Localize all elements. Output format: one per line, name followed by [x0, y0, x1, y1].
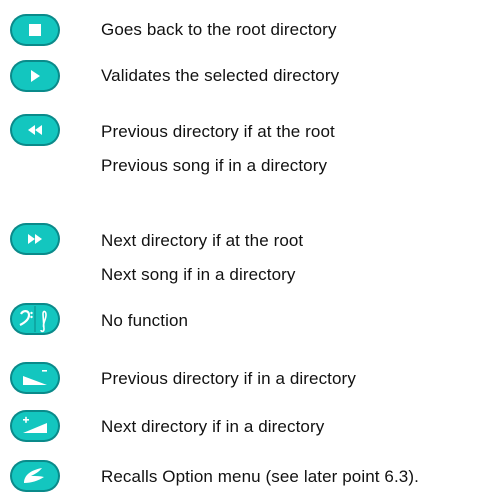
stop-icon	[29, 24, 41, 36]
stop-button[interactable]	[9, 13, 61, 47]
row-fast-forward-line-2: Next song if in a directory	[101, 265, 296, 284]
music-button[interactable]	[9, 302, 61, 336]
minus-button[interactable]	[9, 361, 61, 395]
play-button[interactable]	[9, 59, 61, 93]
option-menu-button[interactable]	[9, 459, 61, 493]
row-play-line-1: Validates the selected directory	[101, 66, 340, 85]
row-option-menu-line-1: Recalls Option menu (see later point 6.3…	[101, 467, 419, 486]
row-rewind-line-1: Previous directory if at the root	[101, 122, 335, 141]
row-fast-forward-line-1: Next directory if at the root	[101, 231, 304, 250]
row-minus-line-1: Previous directory if in a directory	[101, 369, 356, 388]
row-rewind-line-2: Previous song if in a directory	[101, 156, 328, 175]
row-stop-line-1: Goes back to the root directory	[101, 20, 337, 39]
rewind-button[interactable]	[9, 113, 61, 147]
row-music-line-1: No function	[101, 311, 189, 330]
row-plus-line-1: Next directory if in a directory	[101, 417, 325, 436]
fast-forward-button[interactable]	[9, 222, 61, 256]
plus-button[interactable]	[9, 409, 61, 443]
